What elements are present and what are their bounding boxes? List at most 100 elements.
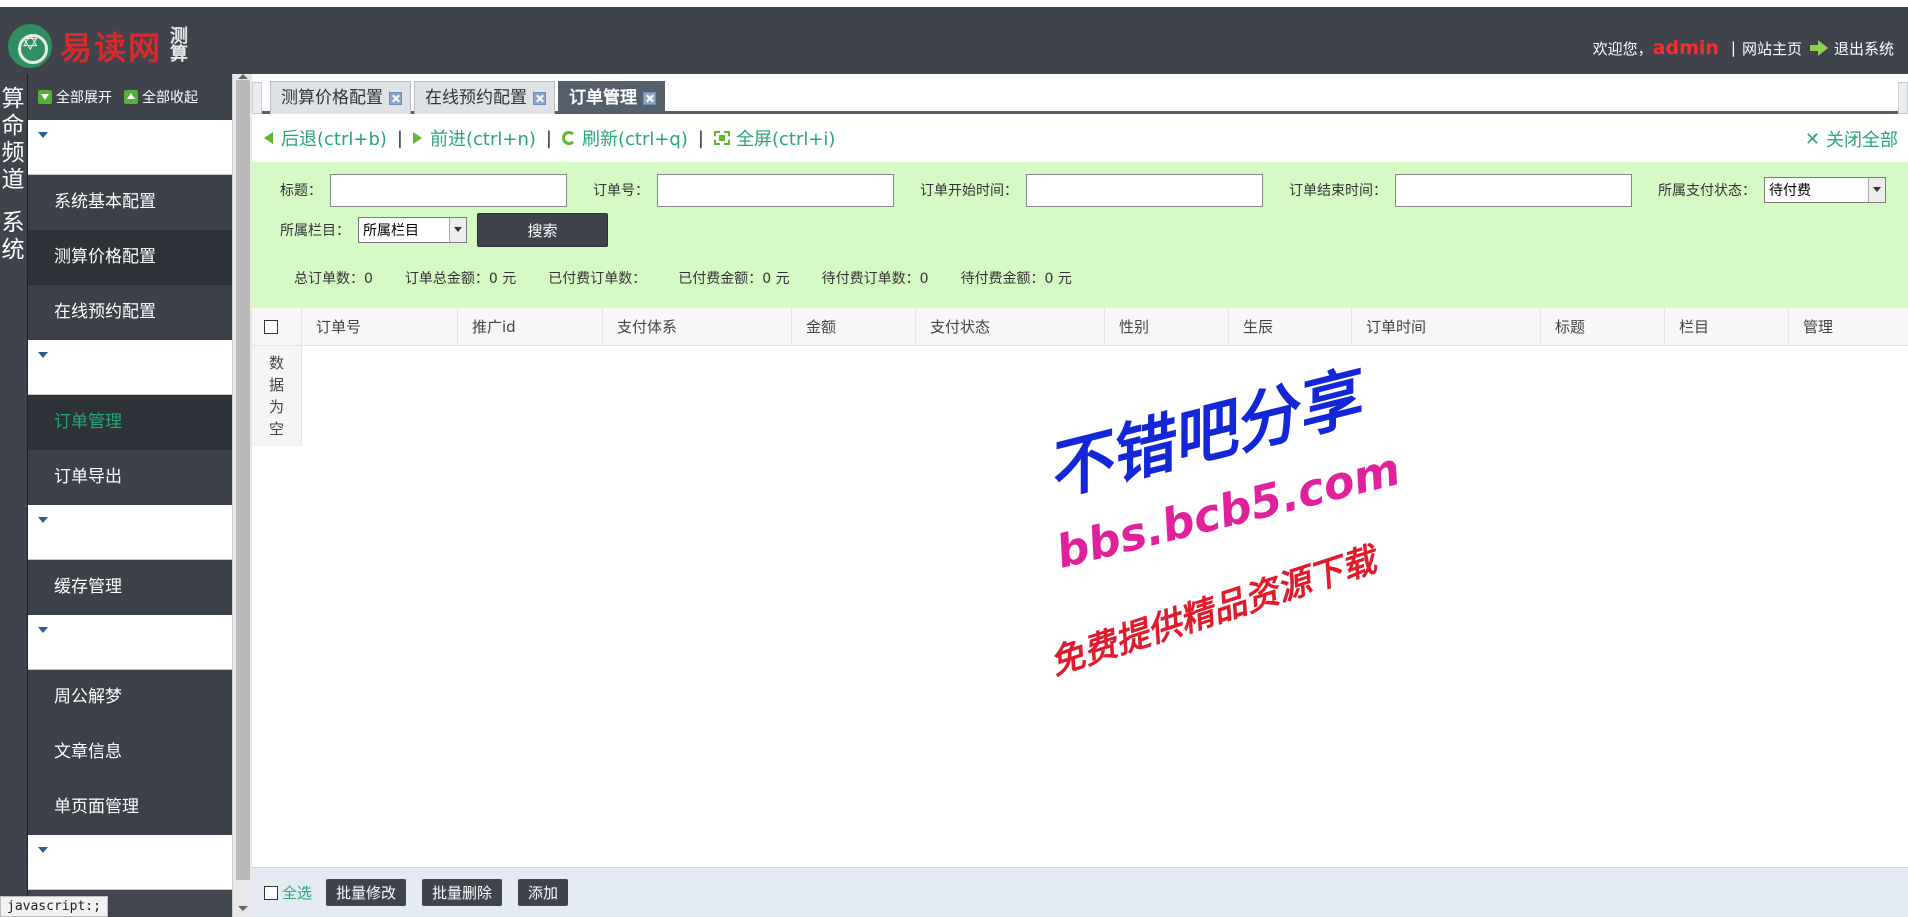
scroll-up-icon[interactable] (238, 74, 248, 79)
order-stats: 总订单数：0 订单总金额：0 元 已付费订单数： 已付费金额：0 元 待付费订单… (294, 268, 1104, 288)
column-header[interactable]: 栏目 (1665, 308, 1789, 345)
stat-paid-amount: 已付费金额：0 元 (678, 271, 790, 287)
refresh-button[interactable]: 刷新(ctrl+q) (561, 125, 688, 151)
sidebar-group-content[interactable]: 内容管理 (28, 615, 232, 670)
orders-table: 订单号 推广id 支付体系 金额 支付状态 性别 生辰 订单时间 标题 栏目 管… (252, 308, 1908, 446)
browser-status-tip: javascript:; (0, 896, 108, 917)
sidebar: 全部展开 全部收起 系统配置 系统基本配置 测算价格配置 在线预约配置 订单管理… (28, 74, 232, 917)
group-title: 系统配置 (52, 141, 117, 160)
select-all-label: 全选 (282, 884, 313, 902)
sidebar-item-single-pages[interactable]: 单页面管理 (28, 780, 232, 835)
module-tab-fortune[interactable]: 算命频道 (1, 86, 25, 194)
order-no-input[interactable] (657, 173, 894, 207)
stat-pending-orders: 待付费订单数：0 (821, 271, 929, 287)
column-header[interactable]: 订单号 (302, 308, 458, 345)
logout-link[interactable]: 退出系统 (1834, 38, 1894, 59)
close-all-button[interactable]: ✕ 关闭全部 (1805, 126, 1898, 152)
forward-button[interactable]: 前进(ctrl+n) (413, 125, 536, 151)
watermark-line-1: 不错吧分享 (1039, 360, 1368, 511)
expand-all-button[interactable]: 全部展开 (38, 87, 112, 107)
select-all-checkbox[interactable] (264, 320, 278, 334)
sidebar-item-cache-management[interactable]: 缓存管理 (28, 560, 232, 615)
sidebar-item-price-config[interactable]: 测算价格配置 (28, 230, 232, 285)
sidebar-group-orders[interactable]: 订单管理 (28, 340, 232, 395)
column-header[interactable]: 标题 (1541, 308, 1665, 345)
header-checkbox-cell (252, 308, 302, 345)
pay-status-select[interactable]: 待付费 (1764, 177, 1886, 203)
end-time-input[interactable] (1395, 173, 1632, 207)
sidebar-item-dream-interpretation[interactable]: 周公解梦 (28, 670, 232, 725)
sidebar-item-basic-config[interactable]: 系统基本配置 (28, 175, 232, 230)
sidebar-scrollbar[interactable] (232, 74, 252, 917)
column-header[interactable]: 生辰 (1229, 308, 1352, 345)
nav-toolbar: 后退(ctrl+b) | 前进(ctrl+n) | 刷新(ctrl+q) | 全… (252, 114, 1908, 162)
sidebar-group-system-config[interactable]: 系统配置 (28, 120, 232, 175)
module-tab-system[interactable]: 系统 (1, 210, 25, 264)
separator: | (1730, 39, 1736, 57)
column-header[interactable]: 性别 (1105, 308, 1229, 345)
back-arrow-icon (264, 132, 273, 144)
search-panel: 标题： 订单号： 订单开始时间： 订单结束时间： 所属支付状态： 待付费 所属栏… (252, 162, 1908, 308)
search-row-1: 标题： 订单号： 订单开始时间： 订单结束时间： 所属支付状态： 待付费 (280, 170, 1908, 210)
column-header[interactable]: 管理 (1789, 308, 1904, 345)
divider: | (697, 127, 704, 149)
group-title: 内容管理 (52, 636, 117, 655)
batch-delete-button[interactable]: 批量删除 (422, 879, 503, 906)
title-input[interactable] (330, 173, 567, 207)
tab-booking-config[interactable]: 在线预约配置 (414, 81, 555, 114)
welcome-text: 欢迎您， (1592, 39, 1653, 58)
refresh-icon (561, 131, 576, 145)
logo-emblem-icon (8, 24, 52, 68)
logout-arrow-icon[interactable] (1809, 40, 1828, 56)
group-title: 广告管理 (52, 856, 117, 875)
order-no-label: 订单号： (593, 183, 649, 199)
home-link[interactable]: 网站主页 (1742, 38, 1802, 59)
batch-edit-button[interactable]: 批量修改 (326, 879, 407, 906)
search-button[interactable]: 搜索 (477, 213, 608, 247)
fullscreen-button[interactable]: 全屏(ctrl+i) (713, 125, 835, 151)
sidebar-group-ads[interactable]: 广告管理 (28, 835, 232, 890)
column-header[interactable]: 推广id (458, 308, 603, 345)
sidebar-item-articles[interactable]: 文章信息 (28, 725, 232, 780)
collapse-all-button[interactable]: 全部收起 (124, 87, 198, 107)
sidebar-group-cache[interactable]: 缓存管理 (28, 505, 232, 560)
column-header[interactable]: 金额 (792, 308, 916, 345)
tab-label: 订单管理 (569, 87, 637, 108)
logo-subtitle: 测算 (170, 26, 189, 65)
forward-label: 前进(ctrl+n) (430, 129, 536, 150)
tab-price-config[interactable]: 测算价格配置 (270, 81, 411, 114)
tab-scroll-left[interactable] (252, 82, 262, 114)
column-header[interactable]: 订单时间 (1352, 308, 1541, 345)
tab-label: 测算价格配置 (281, 87, 383, 108)
end-time-label: 订单结束时间： (1289, 183, 1387, 199)
back-button[interactable]: 后退(ctrl+b) (264, 125, 387, 151)
watermark-line-3: 免费提供精品资源下载 (1045, 540, 1381, 684)
add-button[interactable]: 添加 (518, 879, 569, 906)
group-title: 订单管理 (52, 361, 117, 380)
close-icon[interactable] (389, 91, 402, 105)
divider: | (396, 127, 403, 149)
column-header[interactable]: 支付状态 (916, 308, 1105, 345)
start-time-label: 订单开始时间： (920, 183, 1018, 199)
sidebar-item-booking-config[interactable]: 在线预约配置 (28, 285, 232, 340)
column-label: 所属栏目： (280, 223, 350, 239)
watermark: 不错吧分享 bbs.bcb5.com 免费提供精品资源下载 (1032, 360, 1412, 694)
stat-total-amount: 订单总金额：0 元 (404, 271, 517, 287)
start-time-input[interactable] (1026, 173, 1263, 207)
sidebar-item-order-management[interactable]: 订单管理 (28, 395, 232, 450)
scrollbar-thumb[interactable] (236, 80, 250, 880)
close-icon[interactable] (533, 91, 546, 105)
user-area: 欢迎您， admin | 网站主页 退出系统 (1593, 37, 1894, 59)
column-select[interactable]: 所属栏目 (358, 217, 467, 243)
scroll-down-icon[interactable] (238, 906, 248, 911)
select-all-checkbox[interactable] (264, 885, 278, 900)
sidebar-item-order-export[interactable]: 订单导出 (28, 450, 232, 505)
column-header[interactable]: 支付体系 (603, 308, 792, 345)
close-icon[interactable] (643, 91, 656, 105)
close-all-label: 关闭全部 (1826, 130, 1898, 151)
select-all-toggle[interactable]: 全选 (264, 882, 312, 903)
chevron-down-icon (38, 517, 48, 523)
tab-order-management[interactable]: 订单管理 (558, 81, 665, 114)
tab-scroll-right[interactable] (1898, 82, 1908, 114)
table-header: 订单号 推广id 支付体系 金额 支付状态 性别 生辰 订单时间 标题 栏目 管… (252, 308, 1908, 346)
